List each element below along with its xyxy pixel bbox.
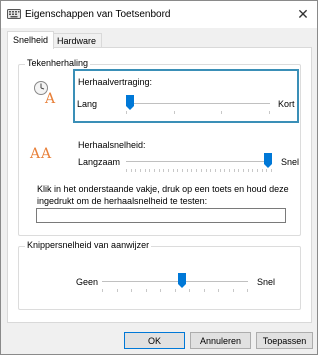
rate-slider-tick [126, 169, 127, 172]
rate-slider-tick [220, 169, 221, 172]
rate-slider-tick [257, 169, 258, 172]
rate-slider-tick [206, 169, 207, 172]
cursor-blink-group-label: Knippersnelheid van aanwijzer [25, 240, 152, 250]
rate-slider-track [126, 161, 272, 162]
rate-slider-tick [168, 169, 169, 172]
apply-button[interactable]: Toepassen [256, 332, 313, 349]
test-instructions: Klik in het onderstaande vakje, druk op … [37, 184, 289, 206]
rate-slider-tick [135, 169, 136, 172]
rate-slider-tick [149, 169, 150, 172]
rate-slider-tick [224, 169, 225, 172]
rate-slider-tick [187, 169, 188, 172]
svg-text:A: A [40, 146, 52, 162]
rate-slider-tick [182, 169, 183, 172]
char-repeat-group: Tekenherhaling A Herhaalvertraging: Lang… [18, 58, 301, 236]
rate-slider-tick [229, 169, 230, 172]
blink-slider-tick [131, 289, 132, 292]
repeat-rate-icon: A A [29, 146, 52, 162]
keyboard-icon [7, 9, 21, 19]
blink-slider-tick [189, 289, 190, 292]
rate-slider-tick [201, 169, 202, 172]
rate-slider-tick [262, 169, 263, 172]
delay-label: Herhaalvertraging: [78, 77, 153, 87]
delay-slider-track [126, 103, 270, 104]
rate-slider-thumb[interactable] [264, 153, 272, 168]
rate-slider-tick [191, 169, 192, 172]
rate-slider-tick [140, 169, 141, 172]
rate-slider-tick [177, 169, 178, 172]
rate-slider-tick [248, 169, 249, 172]
delay-slider[interactable] [126, 91, 270, 117]
rate-slider-tick [234, 169, 235, 172]
rate-slider-tick [210, 169, 211, 172]
close-icon: ✕ [297, 6, 309, 23]
blink-slider-tick [102, 289, 103, 292]
rate-slider-tick [173, 169, 174, 172]
keyboard-properties-dialog: Eigenschappen van Toetsenbord ✕ Snelheid… [0, 0, 318, 355]
blink-max-label: Snel [257, 277, 276, 287]
window-title: Eigenschappen van Toetsenbord [25, 9, 171, 20]
rate-slider-tick [271, 169, 272, 172]
blink-slider-tick [175, 289, 176, 292]
blink-slider-tick [204, 289, 205, 292]
blink-slider-tick [117, 289, 118, 292]
cancel-button[interactable]: Annuleren [190, 332, 251, 349]
cursor-blink-slider[interactable] [102, 269, 248, 295]
cursor-blink-group: Knippersnelheid van aanwijzer Geen Snel [18, 240, 301, 310]
blink-slider-thumb[interactable] [178, 273, 186, 288]
rate-slider-tick [215, 169, 216, 172]
rate-slider-tick [159, 169, 160, 172]
rate-slider-tick [266, 169, 267, 172]
rate-slider-tick [243, 169, 244, 172]
close-button[interactable]: ✕ [289, 1, 317, 28]
rate-slider-tick [252, 169, 253, 172]
delay-slider-tick [174, 111, 175, 114]
repeat-delay-icon: A [34, 81, 56, 105]
rate-slider[interactable] [126, 149, 272, 175]
repeat-test-input[interactable] [36, 208, 286, 223]
rate-slider-tick [238, 169, 239, 172]
rate-slider-tick [131, 169, 132, 172]
delay-max-label: Kort [278, 99, 295, 109]
delay-slider-tick [126, 111, 127, 114]
delay-slider-tick [221, 111, 222, 114]
blink-slider-tick [160, 289, 161, 292]
tab-hardware[interactable]: Hardware [51, 33, 103, 48]
rate-max-label: Snel [281, 157, 300, 167]
blink-slider-tick [247, 289, 248, 292]
char-repeat-group-label: Tekenherhaling [25, 58, 91, 68]
tab-panel-snelheid: Tekenherhaling A Herhaalvertraging: Lang… [7, 47, 312, 323]
blink-slider-track [102, 281, 248, 282]
svg-text:A: A [29, 146, 41, 162]
rate-slider-tick [163, 169, 164, 172]
delay-slider-thumb[interactable] [126, 95, 134, 110]
rate-slider-tick [145, 169, 146, 172]
blink-slider-tick [233, 289, 234, 292]
blink-slider-tick [218, 289, 219, 292]
rate-slider-tick [154, 169, 155, 172]
rate-min-label: Langzaam [78, 157, 121, 167]
rate-slider-tick [196, 169, 197, 172]
delay-slider-tick [269, 111, 270, 114]
blink-min-label: Geen [76, 277, 99, 287]
delay-min-label: Lang [77, 99, 98, 109]
blink-slider-tick [146, 289, 147, 292]
title-bar: Eigenschappen van Toetsenbord ✕ [1, 1, 317, 28]
ok-button[interactable]: OK [124, 332, 185, 349]
tab-snelheid[interactable]: Snelheid [7, 31, 55, 49]
svg-text:A: A [44, 91, 56, 105]
